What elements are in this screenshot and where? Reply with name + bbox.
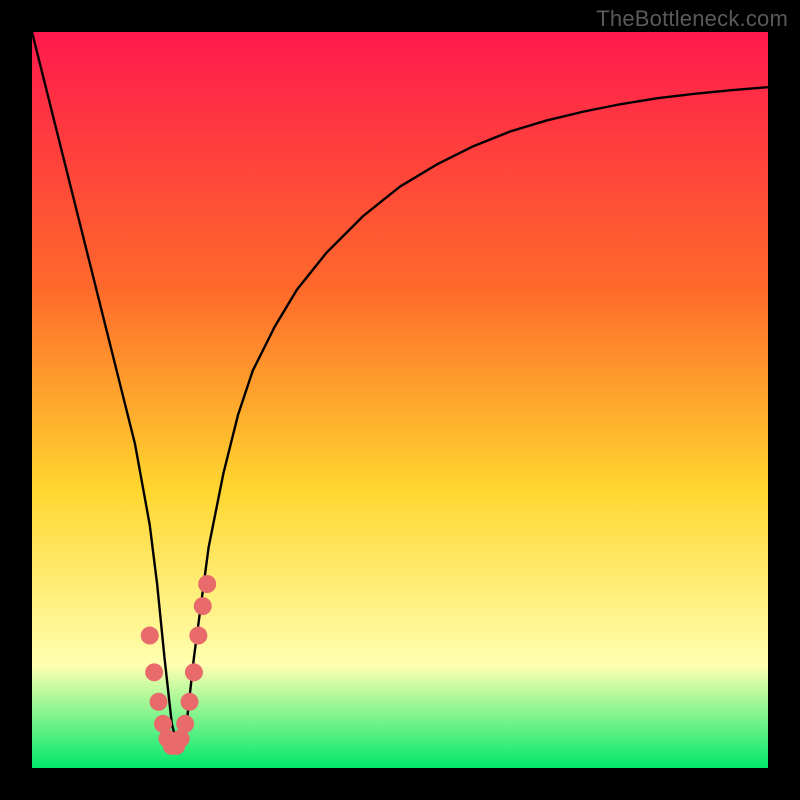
plot-area xyxy=(32,32,768,768)
marker-dot xyxy=(194,597,212,615)
gradient-bg xyxy=(32,32,768,768)
marker-dot xyxy=(145,663,163,681)
marker-dot xyxy=(181,693,199,711)
marker-dot xyxy=(141,627,159,645)
bottleneck-chart xyxy=(32,32,768,768)
chart-frame: TheBottleneck.com xyxy=(0,0,800,800)
marker-dot xyxy=(189,627,207,645)
marker-dot xyxy=(150,693,168,711)
watermark-text: TheBottleneck.com xyxy=(596,6,788,32)
marker-dot xyxy=(198,575,216,593)
marker-dot xyxy=(176,715,194,733)
marker-dot xyxy=(185,663,203,681)
